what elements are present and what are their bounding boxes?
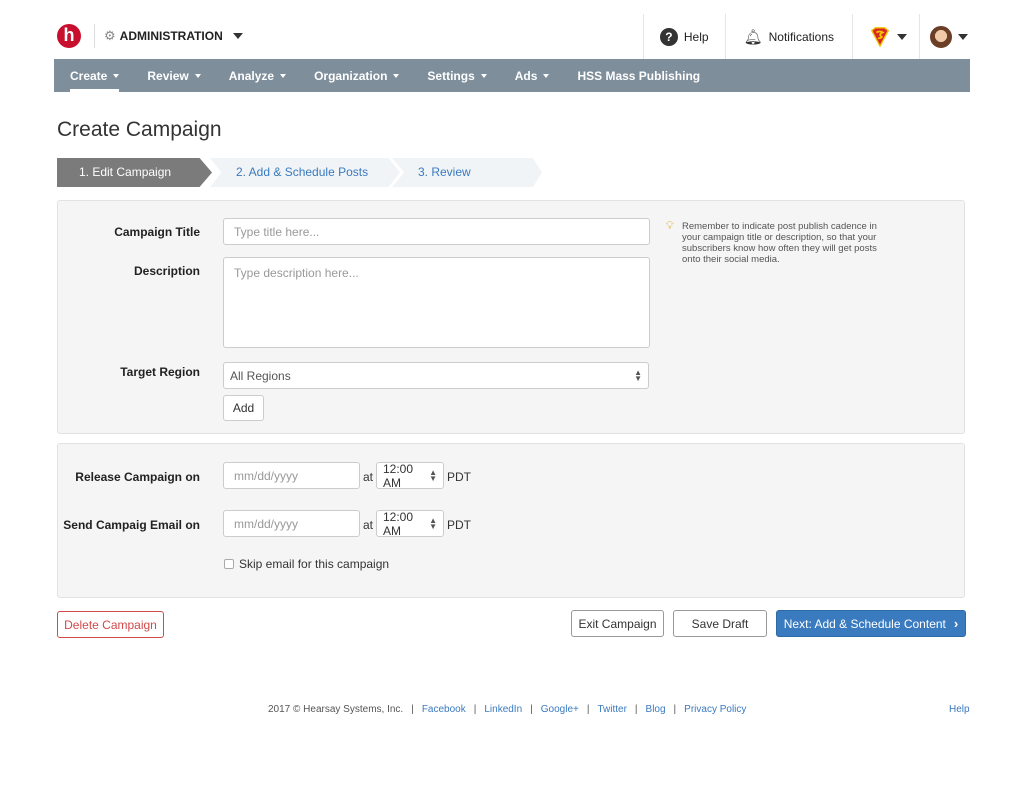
top-right-menu: ? Help 🔔︎ Notifications: [642, 14, 970, 59]
target-region-select[interactable]: All Regions ▲ ▼: [223, 362, 649, 389]
campaign-title-input[interactable]: [223, 218, 650, 245]
nav-review[interactable]: Review: [147, 59, 201, 92]
footer: 2017 © Hearsay Systems, Inc. | Facebook …: [268, 704, 746, 715]
chevron-down-icon: [958, 33, 968, 40]
updown-arrows-icon: ▲ ▼: [429, 515, 437, 531]
description-textarea[interactable]: [223, 257, 650, 348]
footer-link-facebook[interactable]: Facebook: [422, 704, 466, 715]
tip-text-block: 💡︎ Remember to indicate post publish cad…: [666, 220, 886, 266]
footer-link-privacy-policy[interactable]: Privacy Policy: [684, 704, 746, 715]
footer-separator: |: [673, 704, 677, 715]
nav-ads-label: Ads: [514, 68, 538, 83]
exit-campaign-button[interactable]: Exit Campaign: [571, 610, 664, 637]
release-at-text: at: [363, 470, 374, 484]
release-date-input[interactable]: [223, 462, 360, 489]
hearsay-logo[interactable]: h: [57, 24, 81, 48]
release-campaign-label: Release Campaign on: [75, 470, 200, 484]
save-draft-button[interactable]: Save Draft: [673, 610, 767, 637]
skip-email-label[interactable]: Skip email for this campaign: [239, 557, 389, 571]
footer-separator: |: [473, 704, 477, 715]
page-title: Create Campaign: [57, 118, 222, 141]
step-review-campaign[interactable]: 3. Review Campaign: [392, 158, 542, 187]
nav-organization[interactable]: Organization: [314, 59, 400, 92]
superhero-menu[interactable]: [852, 14, 919, 59]
lightbulb-icon: 💡︎: [666, 220, 674, 232]
notifications-button[interactable]: 🔔︎ Notifications: [724, 14, 852, 59]
target-region-label: Target Region: [120, 365, 200, 379]
email-at-text: at: [363, 518, 374, 532]
footer-separator: |: [530, 704, 533, 715]
nav-analyze-label: Analyze: [228, 68, 275, 83]
chevron-down-icon: [897, 33, 907, 40]
campaign-info-panel: Campaign Title Description Target Region…: [57, 200, 965, 434]
caret-down-icon: [280, 73, 287, 78]
nav-create-label: Create: [70, 68, 108, 83]
footer-separator: |: [411, 704, 414, 715]
caret-down-icon: [393, 73, 400, 78]
footer-separator: |: [634, 704, 638, 715]
skip-email-checkbox[interactable]: [224, 559, 234, 569]
release-time-select[interactable]: 12:00 AM ▲ ▼: [376, 461, 444, 490]
administration-label: ADMINISTRATION: [119, 29, 223, 43]
footer-separator: |: [586, 704, 590, 715]
add-region-button[interactable]: Add: [223, 395, 264, 421]
nav-create[interactable]: Create: [70, 59, 120, 92]
target-region-value: All Regions: [230, 368, 291, 383]
help-icon: ?: [659, 27, 678, 46]
notifications-label: Notifications: [768, 29, 834, 44]
nav-settings-label: Settings: [427, 68, 475, 83]
description-label: Description: [133, 264, 200, 278]
chevron-right-icon: ›: [953, 616, 959, 631]
email-time-select[interactable]: 12:00 AM ▲ ▼: [376, 509, 444, 538]
footer-link-blog[interactable]: Blog: [646, 704, 666, 715]
nav-hss-label: HSS Mass Publishing: [577, 68, 701, 83]
caret-down-icon: [194, 73, 201, 78]
campaign-title-label: Campaign Title: [114, 225, 200, 239]
tip-text: Remember to indicate post publish cadenc…: [682, 221, 877, 265]
caret-down-icon: [480, 73, 487, 78]
updown-arrows-icon: ▲ ▼: [429, 467, 437, 483]
logo-divider: [94, 24, 95, 48]
release-timezone: PDT: [447, 470, 471, 484]
nav-review-label: Review: [147, 68, 189, 83]
nav-hss-mass-publishing[interactable]: HSS Mass Publishing: [577, 59, 700, 92]
step-edit-campaign-info[interactable]: 1. Edit Campaign Info: [57, 158, 212, 187]
avatar: [930, 25, 952, 48]
updown-arrows-icon: ▲ ▼: [634, 367, 642, 383]
chevron-down-icon: [232, 33, 243, 39]
nav-ads[interactable]: Ads: [515, 59, 550, 92]
delete-campaign-button[interactable]: Delete Campaign: [57, 611, 164, 638]
schedule-panel: Release Campaign on at 12:00 AM ▲▼ PDT S…: [57, 443, 965, 598]
help-button[interactable]: ? Help: [642, 14, 725, 59]
administration-menu[interactable]: ⚙ ADMINISTRATION: [104, 28, 243, 44]
superman-icon: [870, 26, 890, 48]
email-time-value: 12:00 AM: [383, 509, 414, 538]
caret-down-icon: [113, 73, 120, 78]
caret-down-icon: [543, 73, 550, 78]
gear-icon: ⚙: [104, 28, 116, 43]
email-timezone: PDT: [447, 518, 471, 532]
user-menu[interactable]: [919, 14, 970, 59]
bell-icon: 🔔︎: [743, 28, 763, 46]
next-add-schedule-content-button[interactable]: Next: Add & Schedule Content ›: [776, 610, 966, 637]
release-time-value: 12:00 AM: [383, 461, 414, 490]
wizard-steps: 1. Edit Campaign Info 2. Add & Schedule …: [57, 158, 542, 187]
footer-link-googleplus[interactable]: Google+: [541, 704, 579, 715]
step-add-schedule-posts[interactable]: 2. Add & Schedule Posts: [210, 158, 400, 187]
help-label: Help: [683, 29, 709, 44]
nav-organization-label: Organization: [314, 68, 388, 83]
footer-link-twitter[interactable]: Twitter: [597, 704, 626, 715]
footer-link-linkedin[interactable]: LinkedIn: [484, 704, 522, 715]
top-header: h ⚙ ADMINISTRATION ? Help 🔔︎ Notificatio…: [54, 14, 970, 59]
nav-analyze[interactable]: Analyze: [228, 59, 287, 92]
next-button-label: Next: Add & Schedule Content: [783, 616, 946, 631]
nav-settings[interactable]: Settings: [427, 59, 487, 92]
footer-help-link[interactable]: Help: [949, 704, 970, 715]
main-nav: Create Review Analyze Organization Setti…: [54, 59, 970, 92]
email-date-input[interactable]: [223, 510, 360, 537]
send-email-label: Send Campaig Email on: [63, 518, 200, 532]
footer-copyright: 2017 © Hearsay Systems, Inc.: [268, 704, 404, 715]
